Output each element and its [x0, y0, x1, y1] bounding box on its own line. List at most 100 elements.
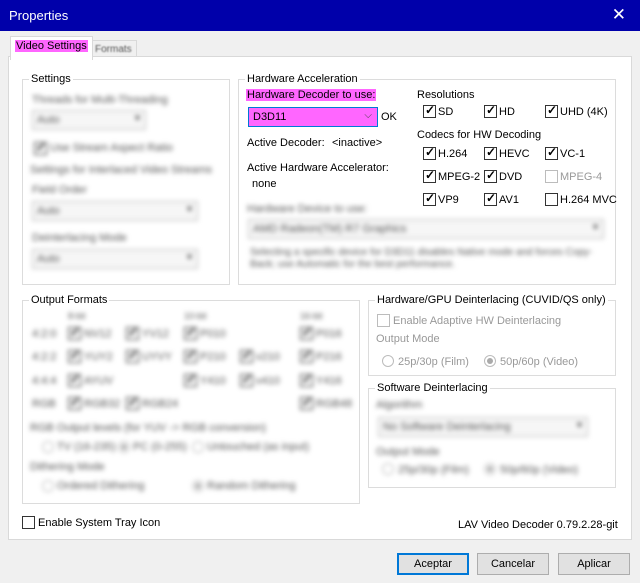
rgb-untouched-label: Untouched (as input)	[207, 441, 310, 453]
deint-mode-select[interactable]: Auto ▾	[32, 249, 198, 269]
fmt-nv12-label: NV12	[84, 328, 112, 340]
settings-legend: Settings	[31, 73, 71, 85]
codec-h264-label: H.264	[438, 148, 468, 160]
tab-video-settings[interactable]: Video Settings	[10, 36, 93, 60]
rgb-tv-label: TV (16-235)	[57, 441, 116, 453]
fmt-rgb32-checkbox[interactable]	[68, 395, 81, 410]
fmt-yv12-checkbox[interactable]	[126, 325, 139, 340]
fmt-v210-checkbox[interactable]	[240, 348, 253, 363]
dither-random-label: Random Dithering	[207, 480, 296, 492]
hw-deint-enable-checkbox[interactable]	[377, 314, 390, 327]
sw-algorithm-select[interactable]: No Software Deinterlacing ▾	[378, 417, 588, 437]
fmt-ayuv-checkbox[interactable]	[68, 372, 81, 387]
fmt-ayuv-label: AYUV	[84, 375, 114, 387]
hw-deint-film-radio[interactable]	[382, 355, 394, 367]
fmt-uyvy-checkbox[interactable]	[126, 348, 139, 363]
device-select[interactable]: AMD Radeon(TM) R7 Graphics ▾	[248, 219, 604, 239]
res-hd-label: HD	[499, 106, 515, 118]
accept-button[interactable]: Aceptar	[397, 553, 469, 575]
fmt-rgb48-label: RGB48	[316, 398, 353, 410]
fmt-v410-label: v410	[256, 375, 280, 387]
row-444-label: 4:4:4	[32, 375, 57, 387]
fmt-v410-checkbox[interactable]	[240, 372, 253, 387]
decoder-select[interactable]: D3D11 ⌵	[248, 107, 378, 127]
res-sd-label: SD	[438, 106, 454, 118]
codec-mpeg4-checkbox[interactable]	[545, 170, 558, 183]
threads-value: Auto	[37, 114, 60, 126]
close-icon[interactable]: ✕	[612, 5, 626, 25]
active-accel-label: Active Hardware Accelerator:	[247, 162, 389, 174]
fmt-p210-checkbox[interactable]	[184, 348, 197, 363]
active-accel-value: none	[252, 178, 277, 190]
stream-ar-label: Use Stream Aspect Ratio	[50, 142, 173, 154]
rgb-pc-label: PC (0-255)	[133, 441, 187, 453]
codec-h264mvc-checkbox[interactable]	[545, 193, 558, 206]
fmt-yuy2-checkbox[interactable]	[68, 348, 81, 363]
tab-label: Video Settings	[15, 40, 88, 52]
fmt-rgb48-checkbox[interactable]	[300, 395, 313, 410]
codec-vp9-checkbox[interactable]	[423, 191, 436, 206]
output-formats-legend: Output Formats	[31, 294, 108, 306]
threads-select[interactable]: Auto ▾	[32, 110, 146, 130]
fmt-p216-checkbox[interactable]	[300, 348, 313, 363]
res-uhd-checkbox[interactable]	[545, 103, 558, 118]
chevron-down-icon: ▾	[576, 420, 582, 431]
device-help-text: Selecting a specific device for D3D11 di…	[250, 247, 593, 270]
chevron-down-icon: ▾	[186, 252, 192, 263]
sw-video-radio[interactable]	[484, 463, 496, 475]
tray-icon-checkbox[interactable]	[22, 516, 35, 529]
fmt-y416-label: Y416	[316, 375, 342, 387]
res-sd-checkbox[interactable]	[423, 103, 436, 118]
fmt-y410-checkbox[interactable]	[184, 372, 197, 387]
dither-ordered-radio[interactable]	[42, 480, 54, 492]
dither-random-radio[interactable]	[192, 480, 204, 492]
codec-av1-checkbox[interactable]	[484, 191, 497, 206]
codec-h264-checkbox[interactable]	[423, 145, 436, 160]
title-bar: Properties ✕	[0, 0, 640, 31]
resolutions-label: Resolutions	[417, 89, 475, 101]
hw-deint-enable-label: Enable Adaptive HW Deinterlacing	[393, 315, 562, 327]
fmt-p010-label: P010	[200, 328, 226, 340]
rgb-levels-label: RGB Output levels (for YUV -> RGB conver…	[30, 422, 267, 434]
hwaccel-legend: Hardware Acceleration	[247, 73, 358, 85]
rgb-pc-radio[interactable]	[118, 441, 130, 453]
stream-ar-checkbox[interactable]	[34, 140, 47, 155]
hw-deint-video-label: 50p/60p (Video)	[500, 356, 579, 368]
hw-deint-video-radio[interactable]	[484, 355, 496, 367]
fmt-nv12-checkbox[interactable]	[68, 325, 81, 340]
device-value: AMD Radeon(TM) R7 Graphics	[253, 223, 407, 235]
dither-label: Dithering Mode	[30, 461, 105, 473]
fmt-y416-checkbox[interactable]	[300, 372, 313, 387]
deint-mode-value: Auto	[37, 253, 60, 265]
codec-h264mvc-label: H.264 MVC	[560, 194, 617, 206]
fmt-rgb32-label: RGB32	[84, 398, 121, 410]
res-uhd-label: UHD (4K)	[560, 106, 608, 118]
sw-film-radio[interactable]	[382, 463, 394, 475]
field-order-label: Field Order	[32, 184, 88, 196]
bit16-header: 16-bit	[300, 311, 323, 321]
apply-button[interactable]: Aplicar	[558, 553, 630, 575]
codecs-label: Codecs for HW Decoding	[417, 129, 542, 141]
codec-vc1-checkbox[interactable]	[545, 145, 558, 160]
fmt-p016-checkbox[interactable]	[300, 325, 313, 340]
codec-hevc-checkbox[interactable]	[484, 145, 497, 160]
hw-deint-film-label: 25p/30p (Film)	[398, 356, 469, 368]
fmt-p010-checkbox[interactable]	[184, 325, 197, 340]
tab-label: Formats	[95, 44, 132, 55]
codec-mpeg2-label: MPEG-2	[438, 171, 481, 183]
bit8-header: 8-bit	[68, 311, 86, 321]
window-title: Properties	[9, 8, 69, 23]
fmt-p016-label: P016	[316, 328, 342, 340]
rgb-untouched-radio[interactable]	[192, 441, 204, 453]
codec-dvd-checkbox[interactable]	[484, 168, 497, 183]
res-hd-checkbox[interactable]	[484, 103, 497, 118]
chevron-down-icon: ▾	[592, 222, 598, 233]
rgb-tv-radio[interactable]	[42, 441, 54, 453]
fmt-yuy2-label: YUY2	[84, 351, 113, 363]
field-order-select[interactable]: Auto ▾	[32, 201, 198, 221]
sw-film-label: 25p/30p (Film)	[398, 464, 469, 476]
decoder-value: D3D11	[253, 111, 287, 123]
fmt-rgb24-checkbox[interactable]	[126, 395, 139, 410]
cancel-button[interactable]: Cancelar	[477, 553, 549, 575]
codec-mpeg2-checkbox[interactable]	[423, 168, 436, 183]
